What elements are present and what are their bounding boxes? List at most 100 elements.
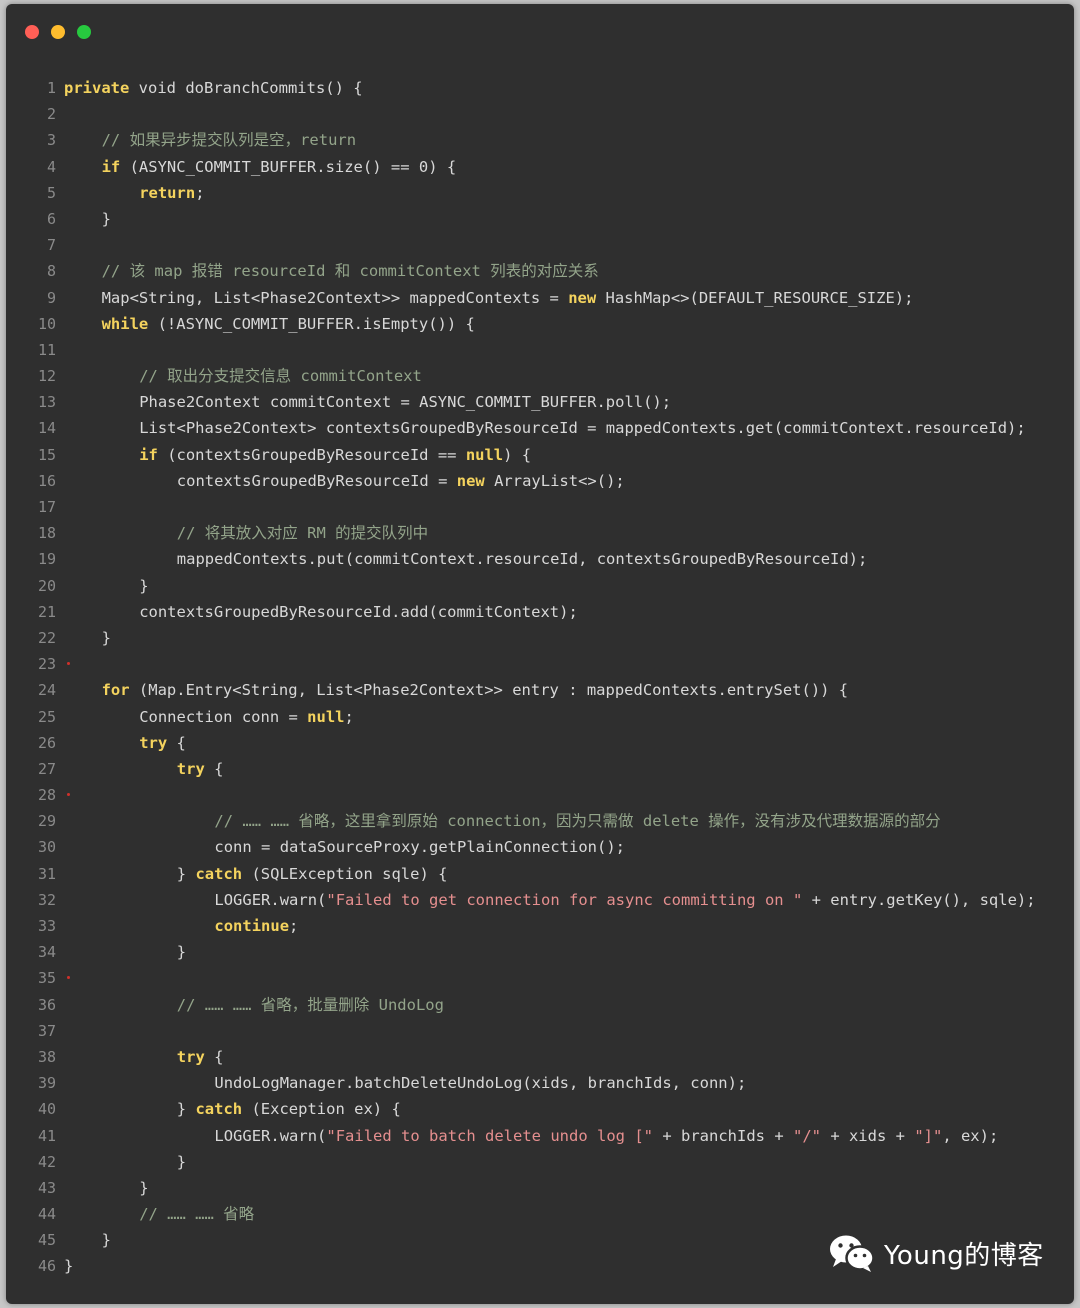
line-number: 12 xyxy=(37,367,56,386)
code-line: 12 // 取出分支提交信息 commitContext xyxy=(6,363,1074,389)
code-token: } xyxy=(101,1231,111,1250)
keyword-token: catch xyxy=(195,864,243,883)
watermark: Young的博客 xyxy=(828,1231,1044,1275)
close-button[interactable] xyxy=(25,25,39,39)
line-number: 34 xyxy=(37,943,56,962)
code-text: private void doBranchCommits() { xyxy=(64,75,363,101)
comment-token: // …… …… 省略 xyxy=(139,1205,255,1224)
code-line: 4 if (ASYNC_COMMIT_BUFFER.size() == 0) { xyxy=(6,154,1074,180)
code-line: 15 if (contextsGroupedByResourceId == nul… xyxy=(6,442,1074,468)
window-controls xyxy=(25,25,91,39)
code-text: for (Map.Entry<String, List<Phase2Contex… xyxy=(64,677,849,703)
line-number: 36 xyxy=(37,995,56,1014)
code-token: List<Phase2Context> contextsGroupedByRes… xyxy=(139,419,1026,438)
code-line: 31} catch (SQLException sqle) { xyxy=(6,861,1074,887)
code-text: UndoLogManager.batchDeleteUndoLog(xids, … xyxy=(64,1070,746,1096)
code-text: LOGGER.warn("Failed to get connection fo… xyxy=(64,887,1035,913)
code-text: if (contextsGroupedByResourceId == null)… xyxy=(64,442,531,468)
code-text: conn = dataSourceProxy.getPlainConnectio… xyxy=(64,834,625,860)
code-line: 8 // 该 map 报错 resourceId 和 commitContext … xyxy=(6,258,1074,284)
line-number: 30 xyxy=(37,838,56,857)
line-number: 46 xyxy=(37,1257,56,1276)
code-token: { xyxy=(204,759,224,778)
code-editor: 1 private void doBranchCommits() {2 3// 如果… xyxy=(6,75,1074,1280)
code-token: + xids + xyxy=(820,1126,915,1145)
code-text: List<Phase2Context> contextsGroupedByRes… xyxy=(64,415,1026,441)
code-token: Phase2Context commitContext = ASYNC_COMM… xyxy=(139,393,672,412)
code-token: HashMap<>(DEFAULT_RESOURCE_SIZE); xyxy=(596,288,914,307)
code-line: 14 List<Phase2Context> contextsGroupedByR… xyxy=(6,415,1074,441)
code-line: 28 xyxy=(6,782,1074,808)
code-line: 29 // …… …… 省略，这里拿到原始 connection，因为只需做 de… xyxy=(6,808,1074,834)
keyword-token: null xyxy=(465,445,504,464)
code-text: contextsGroupedByResourceId = new ArrayL… xyxy=(64,468,625,494)
line-number: 29 xyxy=(37,812,56,831)
line-number: 7 xyxy=(46,236,56,255)
watermark-text: Young的博客 xyxy=(884,1240,1044,1271)
line-number: 17 xyxy=(37,498,56,516)
line-number: 42 xyxy=(37,1152,56,1171)
code-line: 37 xyxy=(6,1018,1074,1044)
code-text: // 如果异步提交队列是空，return xyxy=(64,127,357,153)
line-number: 38 xyxy=(37,1047,56,1066)
code-token: } xyxy=(139,1178,149,1197)
code-token: ; xyxy=(344,707,354,726)
line-number: 9 xyxy=(46,288,56,307)
line-number: 22 xyxy=(37,628,56,647)
line-number: 43 xyxy=(37,1178,56,1197)
code-line: 13 Phase2Context commitContext = ASYNC_CO… xyxy=(6,389,1074,415)
code-token: (SQLException sqle) { xyxy=(242,864,448,883)
string-token: "Failed to batch delete undo log [" xyxy=(326,1126,653,1145)
comment-token: // 如果异步提交队列是空，return xyxy=(101,131,357,150)
code-token: contextsGroupedByResourceId = xyxy=(176,471,457,490)
code-token: } xyxy=(101,628,111,647)
code-line: 40} catch (Exception ex) { xyxy=(6,1096,1074,1122)
code-text: contextsGroupedByResourceId.add(commitCo… xyxy=(64,599,578,625)
code-token: contextsGroupedByResourceId.add(commitCo… xyxy=(139,602,578,621)
line-number: 20 xyxy=(37,576,56,595)
code-text: } xyxy=(64,1253,73,1279)
code-text: } catch (Exception ex) { xyxy=(64,1096,401,1122)
line-number: 45 xyxy=(37,1231,56,1250)
line-number: 1 xyxy=(46,79,56,97)
code-line: 34} xyxy=(6,939,1074,965)
code-token: void doBranchCommits() { xyxy=(129,79,363,97)
line-number: 6 xyxy=(46,209,56,228)
code-text: return; xyxy=(64,180,204,206)
line-number: 27 xyxy=(37,759,56,778)
line-number: 37 xyxy=(37,1021,56,1040)
wechat-icon xyxy=(830,1235,875,1272)
code-text: continue; xyxy=(64,913,298,939)
code-token: conn = dataSourceProxy.getPlainConnectio… xyxy=(214,838,625,857)
code-token: { xyxy=(167,733,186,752)
code-line: 3 // 如果异步提交队列是空，return xyxy=(6,127,1074,153)
code-line: 20} xyxy=(6,573,1074,599)
minimize-button[interactable] xyxy=(51,25,65,39)
line-number: 4 xyxy=(46,157,56,176)
line-number: 28 xyxy=(37,786,56,805)
comment-token: // 取出分支提交信息 commitContext xyxy=(139,367,422,386)
zoom-button[interactable] xyxy=(77,25,91,39)
code-line: 21 contextsGroupedByResourceId.add(commit… xyxy=(6,599,1074,625)
line-number: 11 xyxy=(37,340,56,359)
code-line: 33 continue; xyxy=(6,913,1074,939)
code-text: // 取出分支提交信息 commitContext xyxy=(64,363,422,389)
code-token: } xyxy=(176,1152,187,1171)
code-token: ; xyxy=(289,917,299,935)
keyword-token: try xyxy=(139,733,168,752)
code-line: 7 xyxy=(6,232,1074,258)
code-line: 11 xyxy=(6,337,1074,363)
keyword-token: try xyxy=(176,1047,205,1066)
line-number: 33 xyxy=(37,917,56,935)
code-text: } catch (SQLException sqle) { xyxy=(64,861,448,887)
code-line: 22} xyxy=(6,625,1074,651)
code-token: + branchIds + xyxy=(653,1126,793,1145)
code-line: 32 LOGGER.warn("Failed to get connection … xyxy=(6,887,1074,913)
line-number: 39 xyxy=(37,1074,56,1093)
code-text: if (ASYNC_COMMIT_BUFFER.size() == 0) { xyxy=(64,154,457,180)
line-number: 32 xyxy=(37,890,56,909)
code-text: } xyxy=(64,573,148,599)
line-number: 26 xyxy=(37,733,56,752)
code-token: } xyxy=(176,943,187,962)
breakpoint-marker-icon xyxy=(67,976,70,980)
